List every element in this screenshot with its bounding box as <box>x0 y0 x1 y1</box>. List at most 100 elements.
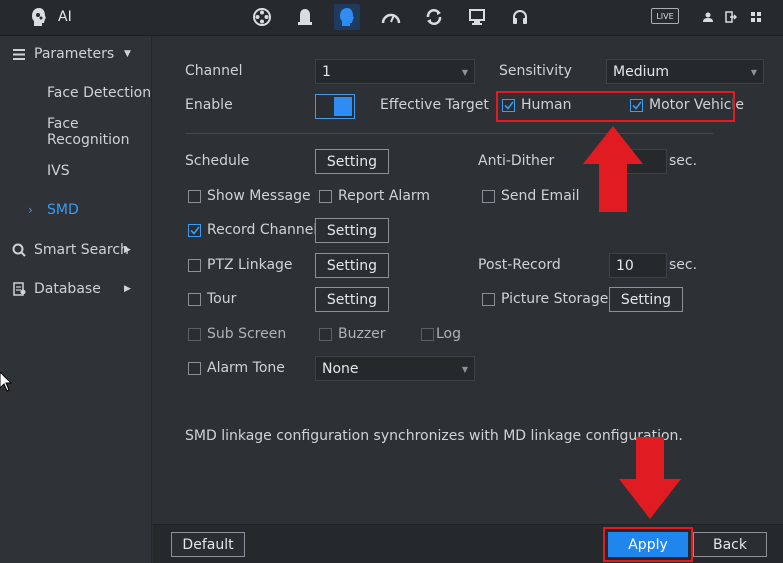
dial-icon[interactable] <box>378 4 404 30</box>
caret-down-icon: ▼ <box>461 68 468 77</box>
picture-storage-label: Picture Storage <box>501 291 609 307</box>
ptz-linkage-checkbox[interactable]: PTZ Linkage <box>188 257 293 273</box>
sidebar-database-label: Database <box>34 281 101 297</box>
buzzer-checkbox[interactable]: Buzzer <box>319 326 386 342</box>
post-record-input[interactable]: 10 <box>609 253 667 278</box>
checkbox-box <box>482 292 495 306</box>
checkbox-box <box>482 189 495 203</box>
linkage-note: SMD linkage configuration synchronizes w… <box>185 428 683 444</box>
monitor-icon[interactable] <box>464 4 490 30</box>
channel-label: Channel <box>185 63 243 79</box>
list-icon <box>12 47 26 61</box>
apply-highlight <box>603 527 693 562</box>
enable-toggle[interactable] <box>315 94 355 119</box>
sidebar-parameters-label: Parameters <box>34 46 115 62</box>
sidebar: Parameters ▼ Face Detection Face Recogni… <box>0 36 152 563</box>
alarm-tone-value: None <box>322 360 359 377</box>
page-title: AI <box>58 9 72 25</box>
ai-head-logo-icon <box>32 8 46 26</box>
channel-select[interactable]: 1 ▼ <box>315 59 475 84</box>
mouse-cursor-icon <box>0 372 12 392</box>
smd-settings-panel: Channel 1 ▼ Sensitivity Medium ▼ Enable … <box>153 36 783 525</box>
channel-value: 1 <box>322 63 331 80</box>
sidebar-item-label: Face Recognition <box>47 116 130 148</box>
send-email-checkbox[interactable]: Send Email <box>482 188 580 204</box>
user-icon[interactable] <box>701 10 715 24</box>
caret-down-icon: ▼ <box>461 365 468 374</box>
checkbox-box <box>319 327 332 341</box>
log-checkbox[interactable]: Log <box>421 326 461 342</box>
alarm-tone-label: Alarm Tone <box>207 360 285 376</box>
anti-dither-label: Anti-Dither <box>478 153 555 169</box>
caret-right-icon: ▶ <box>124 245 131 255</box>
effective-target-label: Effective Target <box>380 97 489 113</box>
sub-screen-label: Sub Screen <box>207 326 287 342</box>
schedule-setting-button[interactable]: Setting <box>315 149 389 174</box>
top-bar: AI LIVE <box>0 0 783 36</box>
report-alarm-checkbox[interactable]: Report Alarm <box>319 188 430 204</box>
ptz-linkage-setting-button[interactable]: Setting <box>315 253 389 278</box>
back-button[interactable]: Back <box>693 532 767 557</box>
grid-menu-icon[interactable] <box>749 10 763 24</box>
alarm-tone-checkbox[interactable]: Alarm Tone <box>188 360 285 376</box>
checkbox-box <box>188 189 201 203</box>
send-email-label: Send Email <box>501 188 580 204</box>
sidebar-database[interactable]: Database ▶ <box>0 271 152 307</box>
picture-storage-setting-button[interactable]: Setting <box>609 287 683 312</box>
logout-icon[interactable] <box>724 10 738 24</box>
sidebar-smart-search-label: Smart Search <box>34 242 129 258</box>
alarm-tone-select[interactable]: None ▼ <box>315 356 475 381</box>
ai-head-icon[interactable] <box>334 4 360 30</box>
checkbox-box <box>188 258 201 272</box>
film-reel-icon[interactable] <box>249 4 275 30</box>
checkbox-box <box>188 292 201 306</box>
alarm-bell-icon[interactable] <box>292 4 318 30</box>
record-channel-label: Record Channel <box>207 222 318 238</box>
caret-down-icon: ▼ <box>124 49 131 59</box>
sidebar-item-ivs[interactable]: IVS <box>0 153 152 189</box>
sensitivity-select[interactable]: Medium ▼ <box>606 59 764 84</box>
show-message-checkbox[interactable]: Show Message <box>188 188 311 204</box>
live-button[interactable]: LIVE <box>651 8 679 24</box>
buzzer-label: Buzzer <box>338 326 386 342</box>
report-alarm-label: Report Alarm <box>338 188 431 204</box>
schedule-label: Schedule <box>185 153 250 169</box>
sidebar-item-label: IVS <box>47 163 70 179</box>
checkbox-box <box>188 327 201 341</box>
post-record-label: Post-Record <box>478 257 561 273</box>
red-arrow-up-icon <box>583 126 643 212</box>
picture-storage-checkbox[interactable]: Picture Storage <box>482 291 608 307</box>
headset-icon[interactable] <box>507 4 533 30</box>
default-button[interactable]: Default <box>171 532 245 557</box>
log-label: Log <box>436 326 462 342</box>
sidebar-item-face-recognition[interactable]: Face Recognition <box>0 114 152 150</box>
sidebar-item-smd[interactable]: › SMD <box>0 192 152 228</box>
tour-setting-button[interactable]: Setting <box>315 287 389 312</box>
sidebar-item-label: Face Detection <box>47 85 152 101</box>
sub-screen-checkbox[interactable]: Sub Screen <box>188 326 286 342</box>
sensitivity-label: Sensitivity <box>499 63 572 79</box>
tour-label: Tour <box>207 291 237 307</box>
sidebar-parameters[interactable]: Parameters ▼ <box>0 36 152 72</box>
checkbox-box <box>319 189 332 203</box>
show-message-label: Show Message <box>207 188 311 204</box>
smart-search-icon <box>12 243 26 257</box>
record-channel-setting-button[interactable]: Setting <box>315 218 389 243</box>
sidebar-smart-search[interactable]: Smart Search ▶ <box>0 232 152 268</box>
sidebar-item-label: SMD <box>47 202 79 218</box>
red-arrow-down-icon <box>619 437 681 519</box>
caret-down-icon: ▼ <box>750 68 757 77</box>
database-icon <box>12 282 26 296</box>
checkbox-box <box>188 361 201 375</box>
checkbox-box <box>421 327 434 341</box>
ptz-linkage-label: PTZ Linkage <box>207 257 293 273</box>
sync-icon[interactable] <box>421 4 447 30</box>
enable-label: Enable <box>185 97 233 113</box>
caret-right-icon: ▶ <box>124 284 131 294</box>
footer-bar: Default Apply Back <box>153 524 783 563</box>
sidebar-item-face-detection[interactable]: Face Detection <box>0 75 152 111</box>
tour-checkbox[interactable]: Tour <box>188 291 236 307</box>
anti-dither-unit: sec. <box>669 153 698 169</box>
record-channel-checkbox[interactable]: Record Channel <box>188 222 317 238</box>
brand: AI <box>30 7 72 27</box>
